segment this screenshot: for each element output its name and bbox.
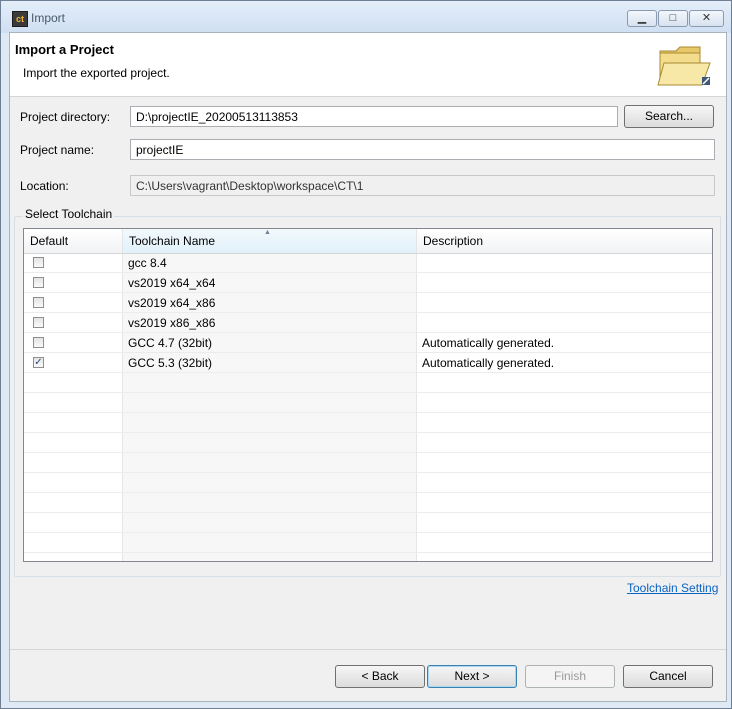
table-row[interactable]: GCC 4.7 (32bit) Automatically generated. bbox=[24, 333, 712, 353]
dialog-content: Import a Project Import the exported pro… bbox=[9, 32, 727, 702]
title-bar[interactable]: ct Import ▁ □ ✕ bbox=[1, 1, 731, 33]
table-row[interactable]: vs2019 x86_x86 bbox=[24, 313, 712, 333]
finish-button: Finish bbox=[525, 665, 615, 688]
table-row[interactable]: gcc 8.4 bbox=[24, 253, 712, 273]
back-button[interactable]: < Back bbox=[335, 665, 425, 688]
toolchain-group-title: Select Toolchain bbox=[23, 207, 115, 221]
close-button[interactable]: ✕ bbox=[689, 10, 724, 27]
sort-ascending-icon: ▲ bbox=[264, 229, 271, 236]
toolchain-name-cell: GCC 5.3 (32bit) bbox=[128, 356, 213, 370]
table-row[interactable]: vs2019 x64_x64 bbox=[24, 273, 712, 293]
toolchain-name-cell: vs2019 x64_x64 bbox=[128, 276, 216, 290]
project-name-field[interactable]: projectIE bbox=[130, 139, 715, 160]
toolchain-setting-link[interactable]: Toolchain Setting bbox=[627, 581, 718, 595]
column-header-toolchain-name[interactable]: Toolchain Name ▲ bbox=[123, 229, 417, 253]
folder-open-icon bbox=[657, 46, 711, 86]
empty-table-row bbox=[24, 533, 712, 553]
empty-table-row bbox=[24, 453, 712, 473]
app-icon: ct bbox=[12, 11, 28, 27]
project-directory-label: Project directory: bbox=[20, 110, 111, 124]
table-row[interactable]: vs2019 x64_x86 bbox=[24, 293, 712, 313]
project-name-label: Project name: bbox=[20, 143, 95, 157]
default-checkbox[interactable] bbox=[33, 317, 44, 328]
empty-table-row bbox=[24, 393, 712, 413]
toolchain-name-cell: vs2019 x86_x86 bbox=[128, 316, 216, 330]
table-row[interactable]: ✓ GCC 5.3 (32bit) Automatically generated. bbox=[24, 353, 712, 373]
empty-table-row bbox=[24, 473, 712, 493]
empty-table-row bbox=[24, 513, 712, 533]
window-title: Import bbox=[31, 11, 66, 25]
default-checkbox[interactable] bbox=[33, 257, 44, 268]
footer-separator bbox=[10, 649, 726, 650]
cancel-button[interactable]: Cancel bbox=[623, 665, 713, 688]
page-title: Import a Project bbox=[15, 42, 114, 57]
toolchain-name-cell: gcc 8.4 bbox=[128, 256, 167, 270]
project-directory-field[interactable]: D:\projectIE_20200513113853 bbox=[130, 106, 618, 127]
default-checkbox[interactable] bbox=[33, 297, 44, 308]
next-button[interactable]: Next > bbox=[427, 665, 517, 688]
toolchain-description-cell: Automatically generated. bbox=[422, 336, 555, 350]
toolchain-table: Default Toolchain Name ▲ Description gcc… bbox=[23, 228, 713, 562]
toolchain-description-cell: Automatically generated. bbox=[422, 356, 555, 370]
table-header: Default Toolchain Name ▲ Description bbox=[24, 229, 712, 254]
page-description: Import the exported project. bbox=[23, 66, 170, 80]
default-checkbox[interactable] bbox=[33, 277, 44, 288]
column-header-description[interactable]: Description bbox=[417, 229, 712, 253]
import-dialog-window: ct Import ▁ □ ✕ Import a Project Import … bbox=[0, 0, 732, 709]
location-field: C:\Users\vagrant\Desktop\workspace\CT\1 bbox=[130, 175, 715, 196]
search-button[interactable]: Search... bbox=[624, 105, 714, 128]
column-header-default[interactable]: Default bbox=[24, 229, 123, 253]
empty-table-row bbox=[24, 493, 712, 513]
column-header-toolchain-name-label: Toolchain Name bbox=[129, 234, 216, 248]
location-label: Location: bbox=[20, 179, 69, 193]
empty-table-row bbox=[24, 413, 712, 433]
default-checkbox[interactable] bbox=[33, 337, 44, 348]
minimize-button[interactable]: ▁ bbox=[627, 10, 657, 27]
default-checkbox[interactable]: ✓ bbox=[33, 357, 44, 368]
header-banner: Import a Project Import the exported pro… bbox=[10, 33, 726, 97]
empty-table-row bbox=[24, 433, 712, 453]
empty-table-row bbox=[24, 373, 712, 393]
maximize-button[interactable]: □ bbox=[658, 10, 688, 27]
toolchain-name-cell: vs2019 x64_x86 bbox=[128, 296, 216, 310]
toolchain-name-cell: GCC 4.7 (32bit) bbox=[128, 336, 213, 350]
